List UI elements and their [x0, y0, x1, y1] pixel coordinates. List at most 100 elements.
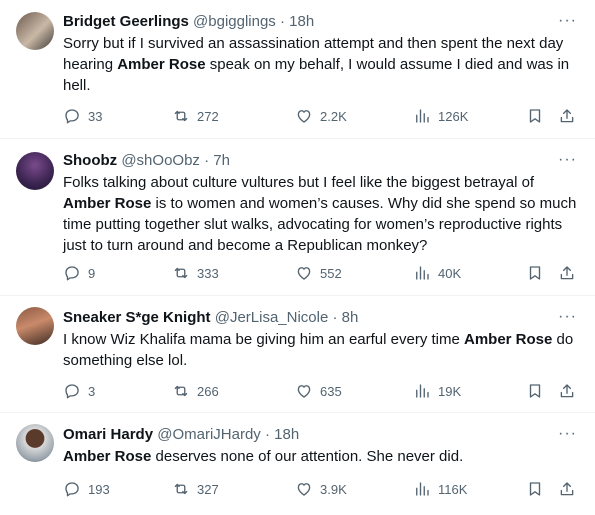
display-name[interactable]: Bridget Geerlings: [63, 13, 189, 30]
bookmark-icon: [529, 266, 541, 280]
more-horizontal-icon[interactable]: ···: [558, 426, 577, 442]
display-name[interactable]: Shoobz: [63, 152, 117, 169]
more-horizontal-icon[interactable]: ···: [558, 309, 577, 325]
text-segment: Amber Rose: [63, 195, 152, 212]
like-button[interactable]: 3.9K: [295, 479, 347, 499]
view-count: 19K: [438, 383, 462, 399]
tweet-feed: Bridget Geerlings @bgigglings · 18h ··· …: [0, 0, 595, 515]
reply-count: 193: [88, 481, 110, 497]
tweet-card[interactable]: Shoobz @shOoObz · 7h ··· Folks talking a…: [0, 139, 595, 296]
reply-icon: [65, 384, 79, 399]
reply-count: 33: [88, 108, 103, 124]
bookmark-icon: [529, 384, 541, 398]
views-button[interactable]: 126K: [413, 106, 468, 126]
retweet-icon: [174, 385, 188, 397]
tweet-card[interactable]: Bridget Geerlings @bgigglings · 18h ··· …: [0, 0, 595, 139]
bookmark-button[interactable]: [526, 263, 544, 283]
display-name[interactable]: Omari Hardy: [63, 426, 153, 443]
view-count: 126K: [438, 108, 469, 124]
like-count: 635: [320, 383, 342, 399]
text-segment: deserves none of our attention. She neve…: [151, 448, 464, 465]
bookmark-icon: [529, 109, 541, 123]
heart-icon: [297, 110, 311, 123]
tweet-actions: 3 266 635 19K: [63, 381, 577, 401]
retweet-button[interactable]: 266: [172, 381, 219, 401]
heart-icon: [297, 267, 311, 280]
like-button[interactable]: 635: [295, 381, 342, 401]
more-horizontal-icon[interactable]: ···: [558, 13, 577, 29]
retweet-button[interactable]: 327: [172, 479, 219, 499]
retweet-count: 333: [197, 265, 219, 281]
share-button[interactable]: [558, 106, 576, 126]
views-bar-chart-icon: [416, 109, 429, 123]
share-button[interactable]: [558, 381, 576, 401]
retweet-count: 327: [197, 481, 219, 497]
tweet-header: Sneaker S*ge Knight @JerLisa_Nicole · 8h: [63, 308, 555, 327]
text-segment: Amber Rose: [117, 56, 206, 73]
tweet-header: Bridget Geerlings @bgigglings · 18h: [63, 12, 555, 31]
reply-button[interactable]: 3: [63, 381, 95, 401]
timestamp[interactable]: · 8h: [333, 309, 359, 326]
tweet-text: Sorry but if I survived an assassination…: [63, 33, 581, 96]
views-bar-chart-icon: [416, 266, 429, 280]
more-horizontal-icon[interactable]: ···: [558, 152, 577, 168]
share-icon: [560, 109, 574, 123]
tweet-card[interactable]: Omari Hardy @OmariJHardy · 18h ··· Amber…: [0, 413, 595, 515]
avatar[interactable]: [16, 307, 54, 345]
reply-button[interactable]: 193: [63, 479, 110, 499]
tweet-card[interactable]: Sneaker S*ge Knight @JerLisa_Nicole · 8h…: [0, 296, 595, 413]
bookmark-button[interactable]: [526, 381, 544, 401]
timestamp[interactable]: · 7h: [204, 152, 230, 169]
reply-button[interactable]: 33: [63, 106, 102, 126]
views-button[interactable]: 116K: [413, 479, 467, 499]
views-button[interactable]: 19K: [413, 381, 461, 401]
avatar[interactable]: [16, 152, 54, 190]
avatar[interactable]: [16, 12, 54, 50]
tweet-header: Omari Hardy @OmariJHardy · 18h: [63, 425, 555, 444]
retweet-button[interactable]: 333: [172, 263, 219, 283]
retweet-count: 272: [197, 108, 219, 124]
text-segment: I know Wiz Khalifa mama be giving him an…: [63, 331, 464, 348]
tweet-text: Amber Rose deserves none of our attentio…: [63, 446, 581, 467]
reply-icon: [65, 482, 79, 497]
reply-count: 9: [88, 265, 96, 281]
like-button[interactable]: 552: [295, 263, 342, 283]
retweet-icon: [174, 267, 188, 279]
tweet-text: I know Wiz Khalifa mama be giving him an…: [63, 329, 581, 371]
share-button[interactable]: [558, 263, 576, 283]
retweet-button[interactable]: 272: [172, 106, 219, 126]
reply-count: 3: [88, 383, 96, 399]
bookmark-icon: [529, 482, 541, 496]
retweet-icon: [174, 110, 188, 122]
handle[interactable]: @bgigglings: [193, 13, 276, 30]
display-name[interactable]: Sneaker S*ge Knight: [63, 309, 211, 326]
heart-icon: [297, 385, 311, 398]
tweet-actions: 33 272 2.2K 126K: [63, 106, 577, 126]
views-button[interactable]: 40K: [413, 263, 461, 283]
heart-icon: [297, 483, 311, 496]
view-count: 40K: [438, 265, 462, 281]
views-bar-chart-icon: [416, 482, 429, 496]
text-segment: Folks talking about culture vultures but…: [63, 174, 535, 191]
reply-icon: [65, 109, 79, 124]
share-icon: [560, 384, 574, 398]
views-bar-chart-icon: [416, 384, 429, 398]
text-segment: Amber Rose: [464, 331, 553, 348]
bookmark-button[interactable]: [526, 106, 544, 126]
reply-icon: [65, 266, 79, 281]
like-count: 3.9K: [320, 481, 347, 497]
view-count: 116K: [438, 481, 468, 497]
share-icon: [560, 482, 574, 496]
reply-button[interactable]: 9: [63, 263, 95, 283]
bookmark-button[interactable]: [526, 479, 544, 499]
timestamp[interactable]: · 18h: [265, 426, 299, 443]
avatar[interactable]: [16, 424, 54, 462]
handle[interactable]: @shOoObz: [121, 152, 200, 169]
retweet-icon: [174, 483, 188, 495]
like-button[interactable]: 2.2K: [295, 106, 347, 126]
timestamp[interactable]: · 18h: [280, 13, 314, 30]
handle[interactable]: @OmariJHardy: [157, 426, 261, 443]
like-count: 2.2K: [320, 108, 347, 124]
share-button[interactable]: [558, 479, 576, 499]
handle[interactable]: @JerLisa_Nicole: [215, 309, 329, 326]
